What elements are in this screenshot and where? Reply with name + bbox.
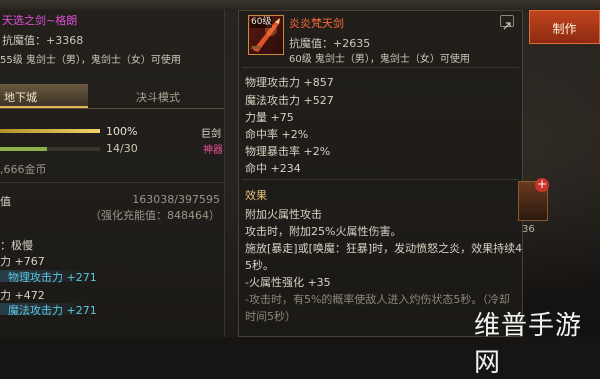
item-level-badge: 60级 [250,17,273,28]
stat-physical-attack: 物理攻击力 +271 [8,271,97,284]
count-bar-fill [0,147,47,151]
item-stat: 物理攻击力 +857 [245,76,334,89]
slot-count: 36 [522,224,535,235]
mode-tabs: 地下城 决斗模式 [0,84,224,109]
weapon-type-label: 巨剑 [201,129,221,140]
count-bar-label: 14/30 [106,142,138,155]
item-title: 天选之剑~格朗 [2,14,78,27]
effect-line: -攻击时，有5%的概率使敌人进入灼伤状态5秒。（冷却 [245,293,510,306]
craft-button[interactable]: 制作 [529,10,600,44]
stat-magic-attack: 魔法攻击力 +271 [8,304,97,317]
effect-line: 攻击时，附加25%火属性伤害。 [245,225,402,238]
value-label: 值 [0,195,11,208]
item-stat: 力量 +75 [245,111,294,124]
share-arrow [503,22,511,30]
value-number: 163038/397595 [132,193,220,206]
effect-line: 施放[暴走]或[唤魔：狂暴]时，发动愤怒之炎，效果持续4 [245,242,523,255]
growth-bar-fill [0,129,100,133]
item-requirement: 60级 鬼剑士（男），鬼剑士（女）可使用 [289,54,470,65]
item-stat: 命中率 +2% [245,128,309,141]
item-name: 炎炎梵天剑 [289,17,344,30]
effect-line: 时间5秒） [245,310,296,323]
effect-line: 附加火属性攻击 [245,208,322,221]
divider [242,67,519,68]
item-stat: 物理暴击率 +2% [245,145,331,158]
growth-bar-label: 100% [106,125,138,138]
effect-title: 效果 [245,189,267,202]
tab-pvp[interactable]: 决斗模式 [88,84,224,108]
stat-strength: 力 +767 [0,255,45,268]
stat-intelligence: 力 +472 [0,289,45,302]
effect-line: 5秒。 [245,259,274,272]
item-stat: 魔法攻击力 +527 [245,94,334,107]
gold-price: ,666金币 [0,163,47,176]
rarity-label: 神器 [203,145,223,156]
craft-button-label: 制作 [552,22,577,36]
plus-icon[interactable]: + [535,178,549,192]
value-sub: （强化充能值：848464） [90,209,220,222]
effect-line: -火属性强化 +35 [245,276,331,289]
resistance-value: 抗魔值：+3368 [2,34,84,47]
item-resistance: 抗魔值：+2635 [289,37,371,50]
watermark: 维普手游网 [474,311,583,378]
divider [242,179,519,180]
tab-dungeon[interactable]: 地下城 [0,84,88,108]
requirement-text: 55级 鬼剑士（男），鬼剑士（女）可使用 [0,55,181,66]
item-stat: 命中 +234 [245,162,301,175]
stat-speed: ：极慢 [0,239,33,252]
share-icon[interactable] [500,15,514,30]
sword-icon[interactable]: 60级 [248,15,284,55]
divider [0,182,224,183]
tab-pvp-label: 决斗模式 [136,91,180,104]
current-item-panel: 天选之剑~格朗 抗魔值：+3368 55级 鬼剑士（男），鬼剑士（女）可使用 地… [0,10,225,337]
tab-dungeon-label: 地下城 [4,91,37,104]
